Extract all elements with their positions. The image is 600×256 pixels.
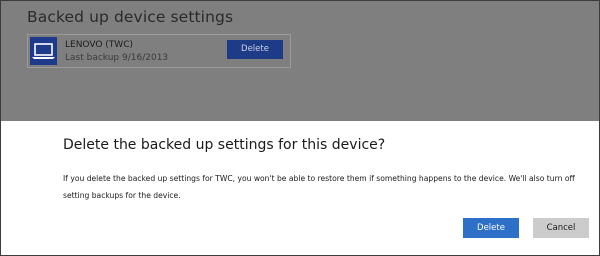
device-name: LENOVO (TWC) <box>65 40 134 50</box>
laptop-icon <box>30 37 57 65</box>
delete-confirmation-dialog: Delete the backed up settings for this d… <box>1 121 599 255</box>
tile-delete-button[interactable]: Delete <box>227 40 283 59</box>
screen: Backed up device settings LENOVO (TWC) L… <box>0 0 600 256</box>
dialog-cancel-button[interactable]: Cancel <box>533 218 589 238</box>
device-tile[interactable]: LENOVO (TWC) Last backup 9/16/2013 Delet… <box>27 34 291 68</box>
dialog-message: If you delete the backed up settings for… <box>63 174 575 200</box>
device-last-backup: Last backup 9/16/2013 <box>65 53 169 63</box>
dialog-title: Delete the backed up settings for this d… <box>63 137 386 153</box>
page-title: Backed up device settings <box>27 8 234 26</box>
dialog-delete-button[interactable]: Delete <box>463 218 519 238</box>
